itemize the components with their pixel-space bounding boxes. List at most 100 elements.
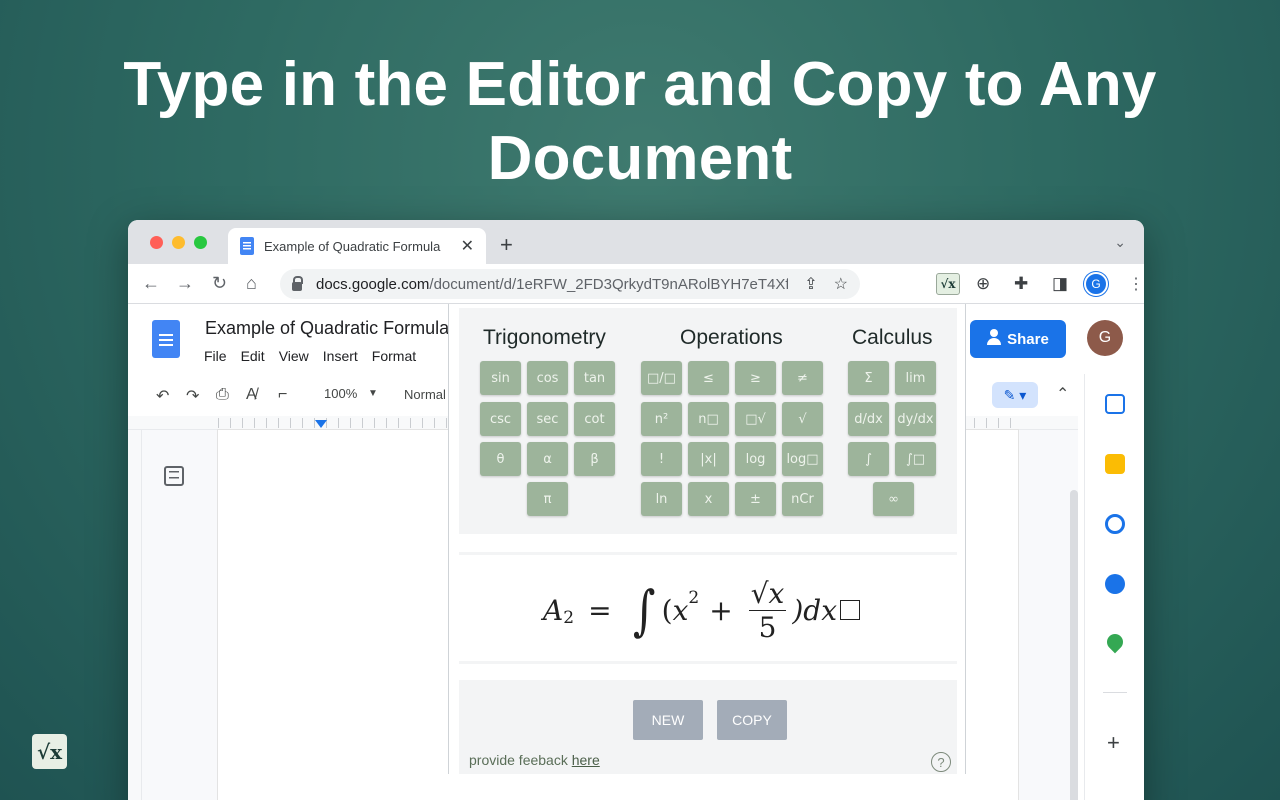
key-alpha[interactable]: α [527,442,568,476]
paragraph-style-select[interactable]: Normal [404,387,446,402]
print-icon[interactable]: ⎙ [216,386,229,404]
math-extension-icon[interactable]: √x [936,273,960,295]
browser-menu-icon[interactable]: ⋮ [1128,274,1144,294]
formula-lhs-subscript: 2 [563,608,575,628]
docs-logo-icon[interactable] [152,320,180,358]
tab-close-icon[interactable]: ✕ [461,236,474,256]
extension-logo: √x [32,734,67,769]
tasks-icon[interactable] [1105,514,1125,534]
feedback-link[interactable]: here [572,752,600,768]
new-button[interactable]: NEW [633,700,703,740]
key-lim[interactable]: lim [895,361,936,395]
calendar-icon[interactable] [1105,394,1125,414]
key-sin[interactable]: sin [480,361,521,395]
tab-search-chevron-icon[interactable]: ⌄ [1114,234,1126,251]
docs-user-avatar[interactable]: G [1087,320,1123,356]
help-icon[interactable]: ? [931,752,951,772]
key-definite-integral[interactable]: ∫□ [895,442,936,476]
bookmark-star-icon[interactable]: ☆ [834,274,848,294]
document-outline-icon[interactable] [164,466,184,486]
copy-button[interactable]: COPY [717,700,787,740]
formula-placeholder-box[interactable] [839,600,860,620]
close-window-button[interactable] [150,236,163,249]
minimize-window-button[interactable] [172,236,185,249]
key-square[interactable]: n² [641,402,682,436]
scrollbar[interactable] [1070,490,1078,800]
key-factorial[interactable]: ! [641,442,682,476]
key-log[interactable]: log [735,442,776,476]
headline: Type in the Editor and Copy to Any Docum… [123,50,1157,193]
heading-trigonometry: Trigonometry [483,326,606,349]
key-pi[interactable]: π [527,482,568,516]
keep-icon[interactable] [1105,454,1125,474]
key-geq[interactable]: ≥ [735,361,776,395]
side-apps-panel: + [1084,374,1144,800]
docs-menu-bar: File Edit View Insert Format [204,348,416,364]
key-integral[interactable]: ∫ [848,442,889,476]
key-neq[interactable]: ≠ [782,361,823,395]
formula-numerator: √x [748,576,787,611]
maps-icon[interactable] [1103,630,1127,654]
menu-view[interactable]: View [279,348,309,364]
key-power[interactable]: n□ [688,402,729,436]
key-leq[interactable]: ≤ [688,361,729,395]
formula: A2 = ∫ (x 2 + √x 5 )dx [543,565,860,655]
tab-title: Example of Quadratic Formula [264,238,441,254]
equation-editor[interactable]: A2 = ∫ (x 2 + √x 5 )dx [459,552,957,664]
new-tab-button[interactable]: + [500,232,513,258]
zoom-dropdown-icon[interactable]: ▼ [368,388,378,399]
browser-profile-avatar[interactable]: G [1084,272,1108,296]
menu-file[interactable]: File [204,348,227,364]
key-infinity[interactable]: ∞ [873,482,914,516]
key-log-base[interactable]: log□ [782,442,823,476]
tab-bar: Example of Quadratic Formula ✕ + ⌄ [128,220,1144,264]
key-sqrt[interactable]: √ [782,402,823,436]
collapse-menus-icon[interactable]: ⌃ [1056,384,1069,404]
key-derivative[interactable]: d/dx [848,402,889,436]
contacts-icon[interactable] [1105,574,1125,594]
address-bar[interactable]: docs.google.com /document/d/1eRFW_2FD3Qr… [280,269,860,299]
key-times[interactable]: x [688,482,729,516]
key-cot[interactable]: cot [574,402,615,436]
zoom-select[interactable]: 100% [324,386,357,401]
reload-icon[interactable]: ↻ [212,273,227,294]
globe-extension-icon[interactable]: ⊕ [976,274,990,294]
puzzle-extensions-icon[interactable]: ✚ [1014,274,1028,294]
menu-edit[interactable]: Edit [241,348,265,364]
maximize-window-button[interactable] [194,236,207,249]
paint-format-icon[interactable]: ⌐ [278,386,287,404]
key-ncr[interactable]: nCr [782,482,823,516]
browser-tab[interactable]: Example of Quadratic Formula ✕ [228,228,486,264]
spellcheck-icon[interactable]: A̸ [246,386,257,404]
redo-icon[interactable]: ↷ [186,386,199,406]
menu-insert[interactable]: Insert [323,348,358,364]
key-ln[interactable]: ln [641,482,682,516]
menu-format[interactable]: Format [372,348,416,364]
key-nth-root[interactable]: □√ [735,402,776,436]
key-sum[interactable]: Σ [848,361,889,395]
key-beta[interactable]: β [574,442,615,476]
share-page-icon[interactable]: ⇪ [804,274,817,294]
key-dy-dx[interactable]: dy/dx [895,402,936,436]
key-theta[interactable]: θ [480,442,521,476]
add-addon-icon[interactable]: + [1107,730,1120,756]
key-abs[interactable]: |x| [688,442,729,476]
math-editor-popup: Trigonometry Operations Calculus sin cos… [448,304,966,774]
key-fraction[interactable]: □/□ [641,361,682,395]
key-tan[interactable]: tan [574,361,615,395]
key-csc[interactable]: csc [480,402,521,436]
forward-arrow-icon[interactable]: → [176,273,194,294]
editing-mode-button[interactable]: ✎ ▾ [992,382,1038,408]
feedback-label: provide feeback [469,752,572,768]
heading-operations: Operations [680,326,783,349]
home-icon[interactable]: ⌂ [246,273,257,294]
key-sec[interactable]: sec [527,402,568,436]
key-plus-minus[interactable]: ± [735,482,776,516]
key-cos[interactable]: cos [527,361,568,395]
undo-icon[interactable]: ↶ [156,386,169,406]
document-title[interactable]: Example of Quadratic Formula [205,318,451,339]
share-button[interactable]: Share [970,320,1066,358]
heading-calculus: Calculus [852,326,933,349]
back-arrow-icon[interactable]: ← [142,273,160,294]
side-panel-icon[interactable]: ◨ [1052,274,1068,294]
